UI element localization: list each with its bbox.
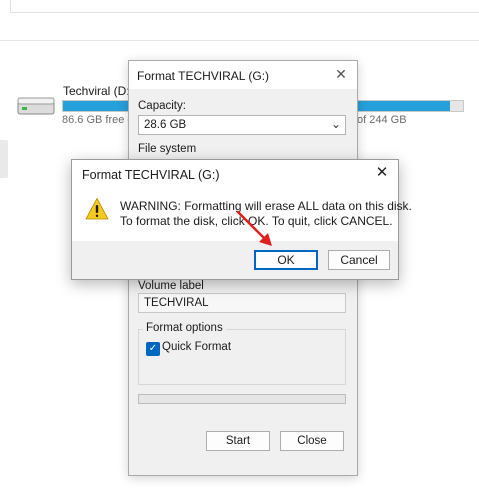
drive-free-space: 86.6 GB free o <box>62 114 134 126</box>
format-options-label: Format options <box>143 322 226 334</box>
drive2-usage-bar <box>356 100 464 112</box>
volume-label-field[interactable]: TECHVIRAL <box>138 293 346 313</box>
quick-format-label[interactable]: Quick Format <box>162 341 231 353</box>
cancel-button[interactable]: Cancel <box>328 250 390 270</box>
toolbar-divider <box>10 0 479 13</box>
capacity-select[interactable]: 28.6 GB ⌄ <box>138 115 346 135</box>
start-button[interactable]: Start <box>206 431 270 451</box>
file-system-label: File system <box>138 143 197 155</box>
volume-label-value: TECHVIRAL <box>144 297 209 309</box>
warning-dialog-title: Format TECHVIRAL (G:) <box>82 168 220 182</box>
volume-label-label: Volume label <box>138 280 204 292</box>
warning-message-line1: WARNING: Formatting will erase ALL data … <box>120 199 412 213</box>
drive-usage-bar <box>62 100 134 112</box>
capacity-label: Capacity: <box>138 100 186 112</box>
drive2-usage-fill <box>357 101 451 111</box>
warning-icon <box>85 198 109 220</box>
warning-message-line2: To format the disk, click OK. To quit, c… <box>120 214 393 228</box>
close-icon[interactable]: ✕ <box>374 165 390 181</box>
chevron-down-icon: ⌄ <box>330 117 341 131</box>
drive-usage-fill <box>63 101 133 111</box>
close-icon[interactable]: ✕ <box>333 66 349 82</box>
format-options-group <box>138 329 346 385</box>
format-progress-bar <box>138 394 346 404</box>
drive-name[interactable]: Techviral (D:) <box>63 84 134 98</box>
quick-format-checkbox[interactable]: ✓ <box>146 342 160 356</box>
format-dialog-title: Format TECHVIRAL (G:) <box>137 69 270 83</box>
capacity-value: 28.6 GB <box>144 119 187 131</box>
left-panel-handle[interactable] <box>0 140 8 178</box>
drive-icon <box>17 97 55 115</box>
warning-dialog: Format TECHVIRAL (G:) ✕ WARNING: Formatt… <box>71 159 412 280</box>
ok-button[interactable]: OK <box>254 250 318 270</box>
drive2-free-space: of 244 GB <box>357 114 407 126</box>
format-dialog-titlebar: Format TECHVIRAL (G:) ✕ <box>129 61 357 89</box>
explorer-toolbar-area <box>0 0 479 41</box>
close-button[interactable]: Close <box>280 431 344 451</box>
